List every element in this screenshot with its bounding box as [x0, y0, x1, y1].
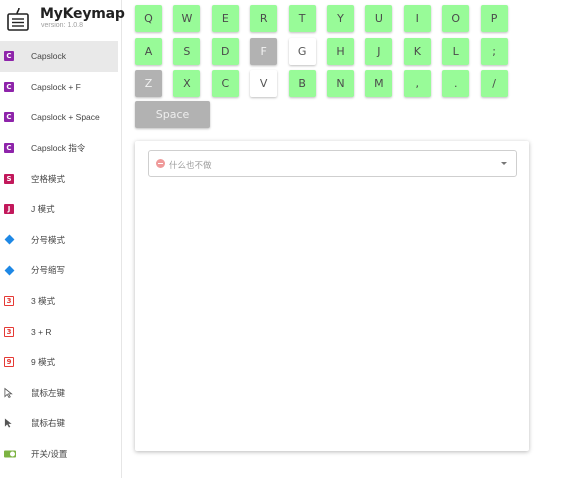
- sidebar-item-label: 空格模式: [31, 173, 66, 184]
- sidebar-item-label: Capslock + F: [31, 81, 81, 92]
- sidebar-item[interactable]: C Capslock + Space: [0, 102, 118, 133]
- blue-diamond-icon: [4, 235, 14, 245]
- sidebar-item[interactable]: 鼠标左键: [0, 378, 118, 409]
- key[interactable]: V: [250, 70, 278, 97]
- action-panel: 什么也不做: [135, 141, 529, 451]
- number-9-box-icon: 9: [4, 357, 14, 368]
- sidebar-item-label: 分号模式: [31, 234, 66, 245]
- key[interactable]: J: [365, 37, 393, 65]
- sidebar-item[interactable]: C Capslock: [0, 41, 118, 72]
- key[interactable]: E: [211, 5, 239, 32]
- key[interactable]: K: [403, 37, 431, 65]
- key[interactable]: F: [250, 37, 278, 65]
- key[interactable]: T: [288, 5, 316, 32]
- sidebar-item[interactable]: C Capslock 指令: [0, 133, 118, 164]
- sidebar-menu: C Capslock C Capslock + F C Capslock + Space C…: [0, 41, 122, 469]
- key[interactable]: B: [288, 70, 316, 97]
- app-title: MyKeymap: [40, 6, 125, 22]
- toggle-switch-icon: [4, 450, 16, 458]
- key[interactable]: W: [173, 5, 201, 32]
- cursor-filled-icon: [4, 418, 12, 428]
- sidebar-item[interactable]: C Capslock + F: [0, 72, 118, 103]
- key[interactable]: .: [442, 70, 470, 97]
- sidebar-item[interactable]: 分号缩写: [0, 255, 118, 286]
- key[interactable]: P: [480, 5, 508, 32]
- key[interactable]: M: [365, 70, 393, 97]
- chevron-down-icon: [501, 162, 507, 165]
- key[interactable]: L: [442, 37, 470, 65]
- key[interactable]: I: [403, 5, 431, 32]
- key[interactable]: O: [442, 5, 470, 32]
- sidebar: MyKeymap version: 1.0.8 C Capslock C Capslo…: [0, 0, 125, 478]
- number-3-box-icon: 3: [4, 296, 14, 307]
- sidebar-item-label: Capslock: [31, 51, 66, 62]
- sidebar-item[interactable]: 9 9 模式: [0, 347, 118, 378]
- c-square-purple-icon: C: [4, 51, 14, 62]
- keyboard-logo-icon: [7, 7, 29, 31]
- sidebar-item[interactable]: 鼠标右键: [0, 408, 118, 439]
- sidebar-item[interactable]: 开关/设置: [0, 439, 118, 470]
- c-square-purple-icon: C: [4, 143, 14, 154]
- key[interactable]: X: [173, 70, 201, 97]
- sidebar-item-label: 开关/设置: [31, 449, 68, 460]
- key[interactable]: R: [250, 5, 278, 32]
- sidebar-item[interactable]: J J 模式: [0, 194, 118, 225]
- c-square-purple-icon: C: [4, 81, 14, 92]
- brand-header: MyKeymap version: 1.0.8: [0, 0, 125, 40]
- sidebar-item-label: 3 模式: [31, 296, 56, 307]
- sidebar-item[interactable]: 3 3 模式: [0, 286, 118, 317]
- action-select[interactable]: 什么也不做: [148, 150, 517, 177]
- sidebar-item-label: J 模式: [31, 204, 55, 215]
- sidebar-item[interactable]: 分号模式: [0, 225, 118, 256]
- sidebar-item-label: 9 模式: [31, 357, 56, 368]
- action-select-value: 什么也不做: [169, 160, 212, 170]
- sidebar-item[interactable]: S 空格模式: [0, 163, 118, 194]
- sidebar-item-label: 鼠标左键: [31, 387, 66, 398]
- key[interactable]: S: [173, 37, 201, 65]
- key[interactable]: G: [288, 37, 316, 65]
- key[interactable]: U: [365, 5, 393, 32]
- key[interactable]: A: [135, 37, 162, 65]
- key[interactable]: ;: [480, 37, 508, 65]
- key[interactable]: D: [211, 37, 239, 65]
- cursor-outline-icon: [4, 387, 13, 398]
- key[interactable]: H: [327, 37, 354, 65]
- j-square-magenta-icon: J: [4, 204, 14, 215]
- sidebar-item-label: Capslock + Space: [31, 112, 100, 123]
- s-square-magenta-icon: S: [4, 173, 14, 184]
- sidebar-item-label: 分号缩写: [31, 265, 66, 276]
- sidebar-item[interactable]: 3 3 + R: [0, 316, 118, 347]
- minus-circle-icon: [156, 159, 165, 168]
- sidebar-item-label: 3 + R: [31, 326, 52, 337]
- sidebar-item-label: Capslock 指令: [31, 143, 86, 154]
- sidebar-item-label: 鼠标右键: [31, 418, 66, 429]
- blue-diamond-icon: [4, 265, 14, 275]
- c-square-purple-icon: C: [4, 112, 14, 123]
- key[interactable]: N: [327, 70, 354, 97]
- key[interactable]: C: [211, 70, 239, 97]
- key[interactable]: Z: [135, 70, 162, 97]
- key-space[interactable]: Space: [135, 101, 210, 128]
- key[interactable]: Q: [135, 5, 162, 32]
- key[interactable]: ,: [403, 70, 431, 97]
- app-version: version: 1.0.8: [41, 22, 84, 29]
- key[interactable]: Y: [327, 5, 354, 32]
- key[interactable]: /: [480, 70, 508, 97]
- number-3-box-icon: 3: [4, 326, 14, 337]
